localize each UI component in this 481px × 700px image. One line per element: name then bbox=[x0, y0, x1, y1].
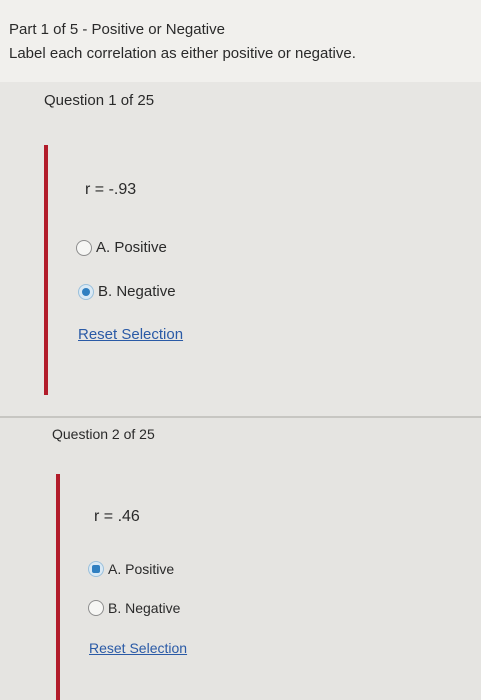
question-2-option-a[interactable]: A. Positive bbox=[88, 561, 174, 577]
radio-checked-icon[interactable] bbox=[78, 283, 94, 300]
radio-checked-icon[interactable] bbox=[88, 561, 104, 577]
radio-unchecked-icon[interactable] bbox=[88, 600, 104, 616]
question-2-accent-bar bbox=[56, 474, 60, 700]
question-1-reset-selection-link[interactable]: Reset Selection bbox=[78, 326, 183, 343]
question-2-block: Question 2 of 25 r = .46 A. Positive B. … bbox=[0, 418, 481, 700]
question-2-stem: r = .46 bbox=[94, 508, 140, 525]
option-label: B. Negative bbox=[98, 283, 176, 300]
part-title: Part 1 of 5 - Positive or Negative bbox=[9, 21, 225, 38]
option-label: A. Positive bbox=[108, 561, 175, 577]
question-1-accent-bar bbox=[44, 145, 48, 395]
question-2-label: Question 2 of 25 bbox=[52, 426, 155, 442]
question-2-reset-selection-link[interactable]: Reset Selection bbox=[89, 640, 187, 656]
question-1-option-a[interactable]: A. Positive bbox=[76, 239, 167, 256]
question-1-option-b[interactable]: B. Negative bbox=[78, 283, 176, 300]
radio-unchecked-icon[interactable] bbox=[76, 239, 92, 256]
option-label: A. Positive bbox=[96, 239, 167, 256]
question-1-block: Question 1 of 25 r = -.93 A. Positive B.… bbox=[0, 82, 481, 416]
question-2-option-b[interactable]: B. Negative bbox=[88, 600, 180, 616]
question-1-label: Question 1 of 25 bbox=[44, 92, 155, 109]
question-1-stem: r = -.93 bbox=[85, 181, 137, 198]
option-label: B. Negative bbox=[108, 600, 181, 616]
instructions: Label each correlation as either positiv… bbox=[9, 45, 356, 62]
page-header: Part 1 of 5 - Positive or Negative Label… bbox=[0, 0, 481, 82]
